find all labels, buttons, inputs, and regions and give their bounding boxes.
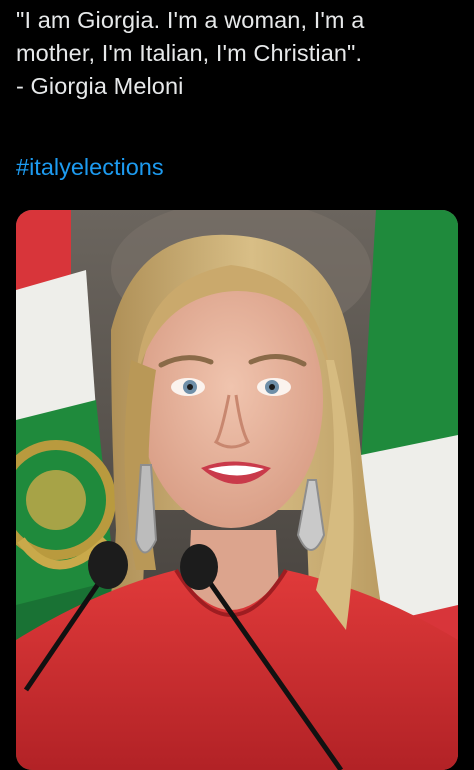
photo-illustration — [16, 210, 458, 770]
tweet-media-photo[interactable] — [16, 210, 458, 770]
tweet-text-line-1: "I am Giorgia. I'm a woman, I'm a — [16, 7, 365, 33]
tweet-text-line-2: mother, I'm Italian, I'm Christian". — [16, 40, 363, 66]
tweet-text: "I am Giorgia. I'm a woman, I'm a mother… — [16, 4, 462, 103]
tweet-text-line-3: - Giorgia Meloni — [16, 73, 184, 99]
hashtag-link[interactable]: #italyelections — [16, 151, 164, 184]
